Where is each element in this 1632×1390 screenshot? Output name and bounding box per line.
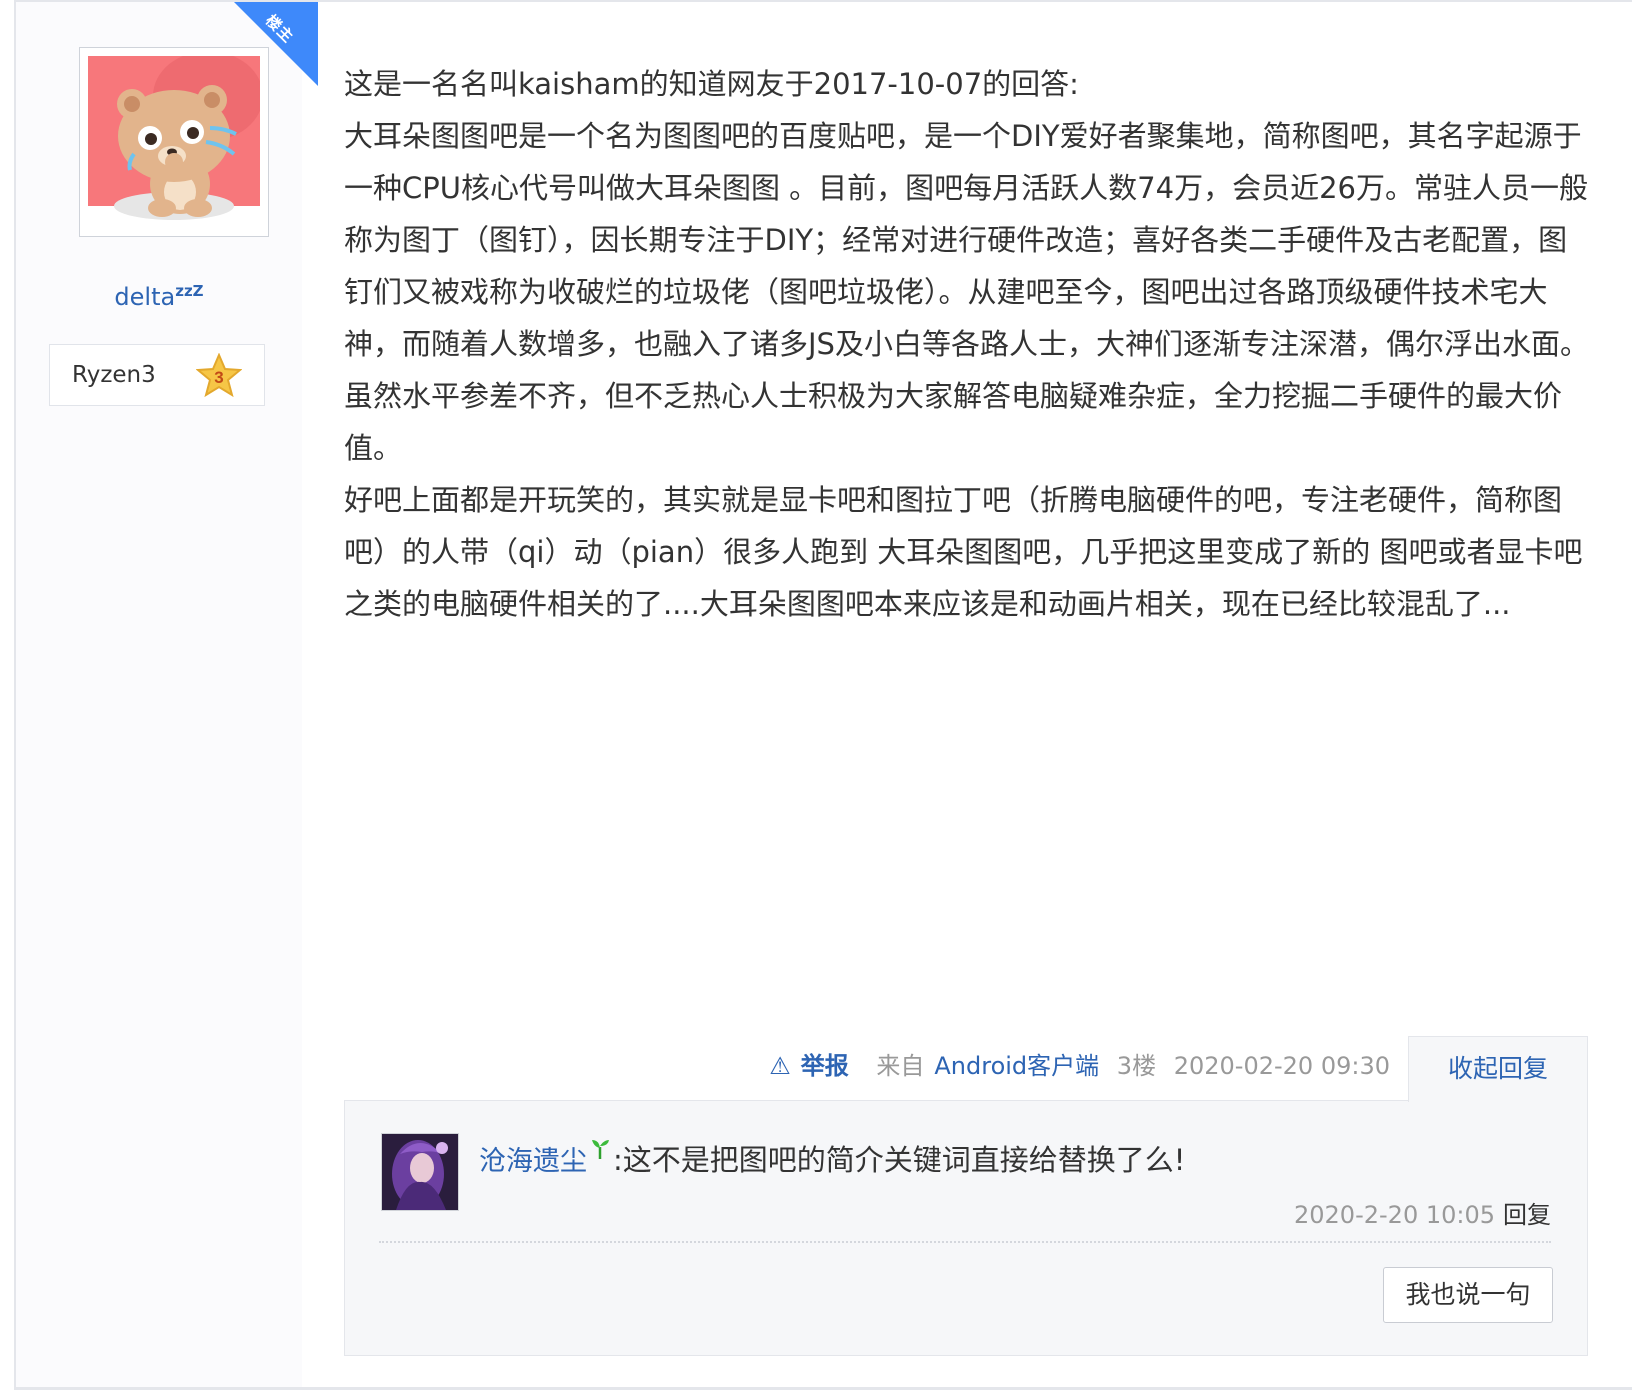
- author-username-text[interactable]: delta: [114, 283, 175, 311]
- reply-text: :这不是把图吧的简介关键词直接给替换了么!: [613, 1143, 1186, 1177]
- reply-avatar[interactable]: [381, 1133, 459, 1211]
- reply-meta: 2020-2-20 10:05 回复: [1294, 1195, 1551, 1230]
- reply-timestamp: 2020-2-20 10:05: [1294, 1201, 1495, 1229]
- say-something-button[interactable]: 我也说一句: [1383, 1267, 1553, 1323]
- sleeping-zzz-icon: zzZ: [175, 282, 204, 300]
- floor-number: 3楼: [1116, 1052, 1157, 1080]
- client-prefix: 来自: [876, 1052, 925, 1080]
- report-label: 举报: [800, 1052, 849, 1080]
- post-content: 这是一名名叫kaisham的知道网友于2017-10-07的回答: 大耳朵图图吧…: [344, 58, 1589, 630]
- reply-avatar-image: [382, 1134, 458, 1210]
- reply-divider: [379, 1241, 1551, 1243]
- level-number: 3: [214, 368, 223, 387]
- post-paragraph-intro: 这是一名名叫kaisham的知道网友于2017-10-07的回答:: [344, 67, 1079, 101]
- author-sidebar: 楼主 deltazzZ Ryzen3 3: [16, 2, 318, 1387]
- sprout-badge-icon: [592, 1140, 609, 1159]
- author-username[interactable]: deltazzZ: [16, 282, 302, 311]
- android-client-link[interactable]: Android客户端: [934, 1052, 1099, 1080]
- reply-content: 沧海遗尘 :这不是把图吧的简介关键词直接给替换了么!: [479, 1137, 1185, 1179]
- post-meta: ⚠ 举报 来自 Android客户端 3楼 2020-02-20 09:30: [700, 1046, 1390, 1086]
- warning-icon: ⚠: [769, 1052, 791, 1080]
- bear-avatar-image: [88, 56, 260, 228]
- post-paragraph-joke: 好吧上面都是开玩笑的，其实就是显卡吧和图拉丁吧（折腾电脑硬件的吧，专注老硬件，简…: [344, 483, 1583, 621]
- level-name: Ryzen3: [72, 362, 156, 388]
- level-star-icon: 3: [196, 353, 242, 398]
- reply-button[interactable]: 回复: [1503, 1201, 1551, 1229]
- level-badge[interactable]: Ryzen3 3: [49, 344, 265, 406]
- post-paragraph-body: 大耳朵图图吧是一个名为图图吧的百度贴吧，是一个DIY爱好者聚集地，简称图吧，其名…: [344, 119, 1589, 465]
- reply-panel: 沧海遗尘 :这不是把图吧的简介关键词直接给替换了么! 2020-2-20 10:0…: [344, 1100, 1588, 1356]
- reply-username[interactable]: 沧海遗尘: [479, 1146, 587, 1177]
- post-timestamp: 2020-02-20 09:30: [1173, 1052, 1390, 1080]
- client-source: 来自 Android客户端: [866, 1052, 1099, 1080]
- author-avatar[interactable]: [79, 47, 269, 237]
- report-link[interactable]: ⚠ 举报: [759, 1052, 849, 1080]
- collapse-replies-button[interactable]: 收起回复: [1408, 1036, 1588, 1102]
